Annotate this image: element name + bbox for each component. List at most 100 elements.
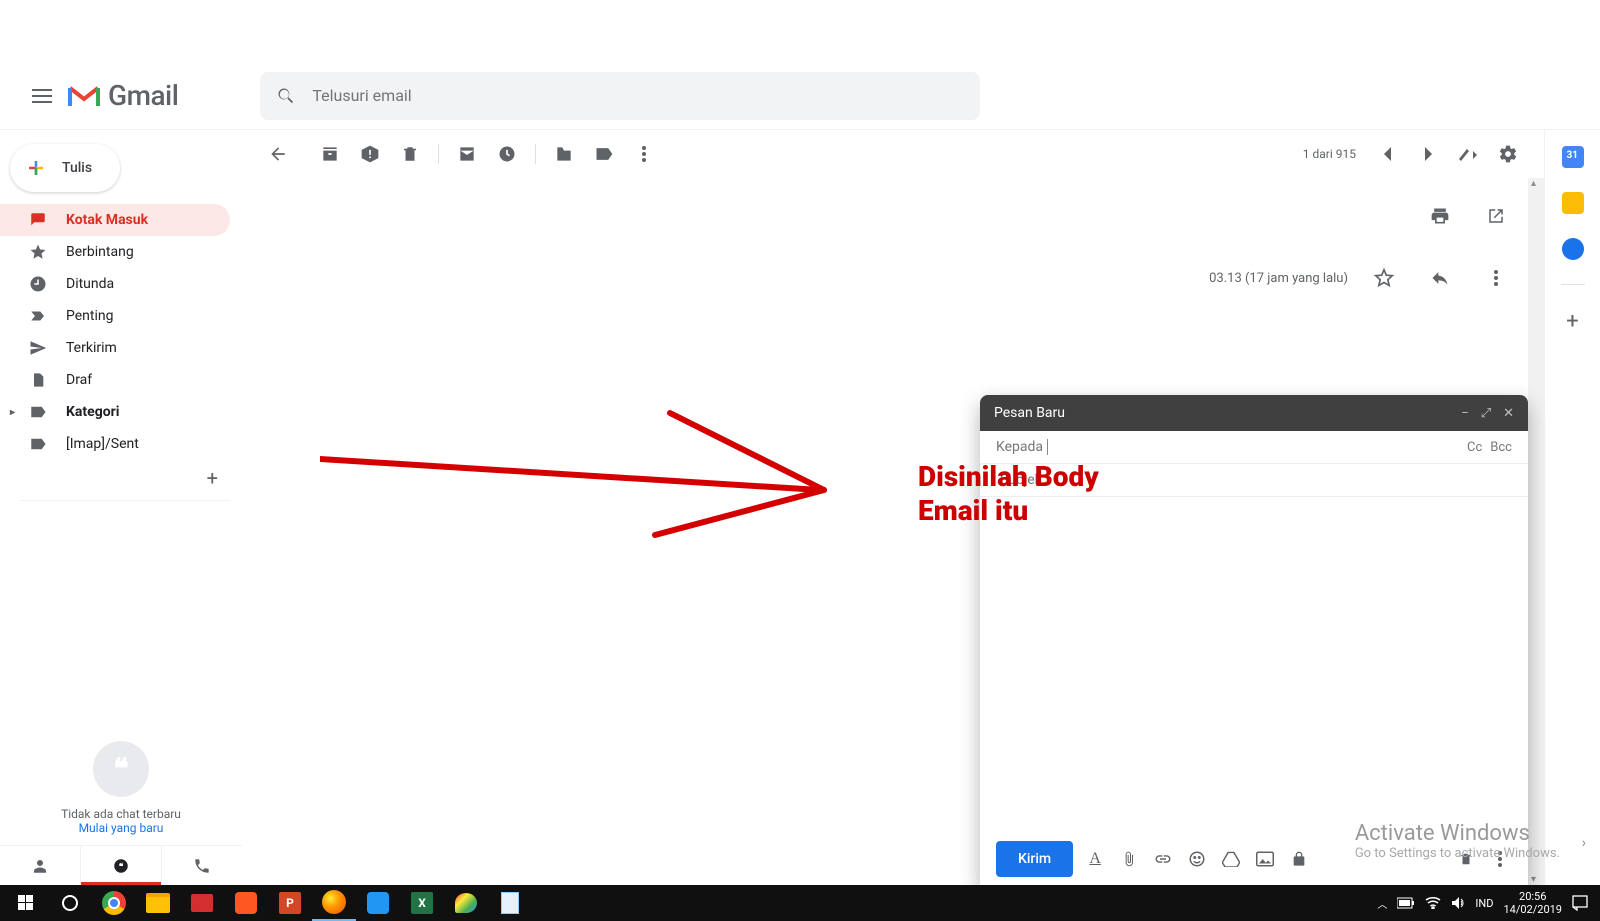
nav-label: Terkirim bbox=[66, 340, 117, 356]
move-button[interactable] bbox=[544, 134, 584, 174]
labels-button[interactable] bbox=[584, 134, 624, 174]
nav-label: Penting bbox=[66, 308, 113, 324]
battery-icon[interactable] bbox=[1397, 897, 1415, 909]
taskbar-notepad[interactable] bbox=[488, 885, 532, 921]
taskbar-app-red[interactable] bbox=[180, 885, 224, 921]
photo-button[interactable] bbox=[1253, 847, 1277, 871]
next-button[interactable] bbox=[1408, 134, 1448, 174]
input-tools-button[interactable] bbox=[1448, 134, 1488, 174]
star-toggle[interactable] bbox=[1364, 258, 1404, 298]
more-menu-button[interactable] bbox=[1476, 258, 1516, 298]
archive-button[interactable] bbox=[310, 134, 350, 174]
app-header: Gmail bbox=[0, 0, 1600, 130]
minimize-button[interactable]: − bbox=[1461, 406, 1468, 421]
calendar-addon[interactable]: 31 bbox=[1562, 146, 1584, 168]
compose-button[interactable]: Tulis bbox=[10, 144, 120, 192]
snooze-button[interactable] bbox=[487, 134, 527, 174]
compose-body[interactable] bbox=[980, 497, 1528, 833]
nav-label: [Imap]/Sent bbox=[66, 436, 139, 452]
taskbar-clock[interactable]: 20:56 14/02/2019 bbox=[1503, 890, 1562, 916]
taskbar-firefox[interactable] bbox=[312, 885, 356, 921]
app-name: Gmail bbox=[108, 79, 178, 112]
hangouts-tab-chat[interactable]: ❝ bbox=[80, 846, 162, 885]
hangouts-new-chat-link[interactable]: Mulai yang baru bbox=[0, 821, 242, 835]
cortana-button[interactable] bbox=[48, 885, 92, 921]
tasks-addon[interactable] bbox=[1562, 238, 1584, 260]
search-box[interactable] bbox=[260, 72, 980, 120]
taskbar-chrome[interactable] bbox=[92, 885, 136, 921]
draft-icon bbox=[28, 371, 48, 389]
more-button[interactable] bbox=[624, 134, 664, 174]
pager-text: 1 dari 915 bbox=[1303, 147, 1356, 161]
back-button[interactable] bbox=[258, 134, 298, 174]
language-indicator[interactable]: IND bbox=[1475, 897, 1493, 910]
windows-watermark: Activate Windows Go to Settings to activ… bbox=[1355, 821, 1560, 861]
to-label: Kepada bbox=[996, 439, 1043, 455]
delete-button[interactable] bbox=[390, 134, 430, 174]
taskbar-app-orange[interactable] bbox=[224, 885, 268, 921]
system-tray: ︿ IND 20:56 14/02/2019 bbox=[1377, 890, 1596, 916]
keep-addon[interactable] bbox=[1562, 192, 1584, 214]
taskbar-explorer[interactable] bbox=[136, 885, 180, 921]
gmail-m-icon bbox=[68, 84, 100, 108]
sidebar-item-starred[interactable]: Berbintang bbox=[0, 236, 230, 268]
hamburger-icon bbox=[32, 89, 52, 103]
search-input[interactable] bbox=[312, 86, 964, 105]
to-input[interactable] bbox=[1047, 439, 1467, 455]
separator bbox=[535, 144, 536, 164]
tray-expand[interactable]: ︿ bbox=[1377, 896, 1387, 911]
gmail-logo[interactable]: Gmail bbox=[68, 79, 178, 112]
search-icon bbox=[276, 86, 296, 106]
send-button[interactable]: Kirim bbox=[996, 841, 1073, 877]
side-panel-toggle[interactable]: › bbox=[1582, 835, 1586, 851]
hangouts-tab-contacts[interactable] bbox=[0, 846, 80, 885]
reply-button[interactable] bbox=[1420, 258, 1460, 298]
compose-label: Tulis bbox=[62, 160, 92, 176]
compose-title-bar[interactable]: Pesan Baru − ⤢ ✕ bbox=[980, 395, 1528, 431]
print-button[interactable] bbox=[1420, 196, 1460, 236]
important-icon bbox=[28, 307, 48, 325]
sidebar-item-inbox[interactable]: Kotak Masuk bbox=[0, 204, 230, 236]
spam-button[interactable] bbox=[350, 134, 390, 174]
close-button[interactable]: ✕ bbox=[1503, 406, 1514, 421]
drive-button[interactable] bbox=[1219, 847, 1243, 871]
send-icon bbox=[28, 339, 48, 357]
start-button[interactable] bbox=[4, 885, 48, 921]
taskbar-paint[interactable] bbox=[444, 885, 488, 921]
taskbar-excel[interactable]: X bbox=[400, 885, 444, 921]
notifications-button[interactable] bbox=[1572, 895, 1588, 911]
sidebar-item-drafts[interactable]: Draf bbox=[0, 364, 230, 396]
prev-button[interactable] bbox=[1368, 134, 1408, 174]
mark-unread-button[interactable] bbox=[447, 134, 487, 174]
sidebar-item-snoozed[interactable]: Ditunda bbox=[0, 268, 230, 300]
fullscreen-button[interactable]: ⤢ bbox=[1481, 406, 1491, 421]
cc-button[interactable]: Cc bbox=[1467, 440, 1482, 455]
inbox-icon bbox=[28, 211, 48, 229]
link-button[interactable] bbox=[1151, 847, 1175, 871]
attach-button[interactable] bbox=[1117, 847, 1141, 871]
nav-label: Draf bbox=[66, 372, 92, 388]
message-meta-row: 03.13 (17 jam yang lalu) bbox=[242, 244, 1544, 312]
add-label-button[interactable]: + bbox=[0, 460, 242, 496]
sidebar-item-important[interactable]: Penting bbox=[0, 300, 230, 332]
sidebar-item-imap-sent[interactable]: [Imap]/Sent bbox=[0, 428, 230, 460]
hangouts-tab-phone[interactable] bbox=[162, 846, 242, 885]
settings-button[interactable] bbox=[1488, 134, 1528, 174]
sidebar-item-categories[interactable]: Kategori bbox=[0, 396, 230, 428]
wifi-icon[interactable] bbox=[1425, 897, 1441, 909]
emoji-button[interactable] bbox=[1185, 847, 1209, 871]
volume-icon[interactable] bbox=[1451, 896, 1465, 910]
main-menu-button[interactable] bbox=[18, 72, 66, 120]
nav-label: Berbintang bbox=[66, 244, 134, 260]
message-time: 03.13 (17 jam yang lalu) bbox=[1209, 271, 1348, 286]
scrollbar[interactable] bbox=[1528, 178, 1544, 885]
bcc-button[interactable]: Bcc bbox=[1490, 440, 1512, 455]
taskbar-powerpoint[interactable]: P bbox=[268, 885, 312, 921]
confidential-button[interactable] bbox=[1287, 847, 1311, 871]
open-new-button[interactable] bbox=[1476, 196, 1516, 236]
message-header-actions bbox=[242, 178, 1544, 244]
formatting-button[interactable]: A bbox=[1083, 847, 1107, 871]
get-addons-button[interactable]: + bbox=[1566, 309, 1578, 334]
taskbar-app-blue[interactable] bbox=[356, 885, 400, 921]
sidebar-item-sent[interactable]: Terkirim bbox=[0, 332, 230, 364]
